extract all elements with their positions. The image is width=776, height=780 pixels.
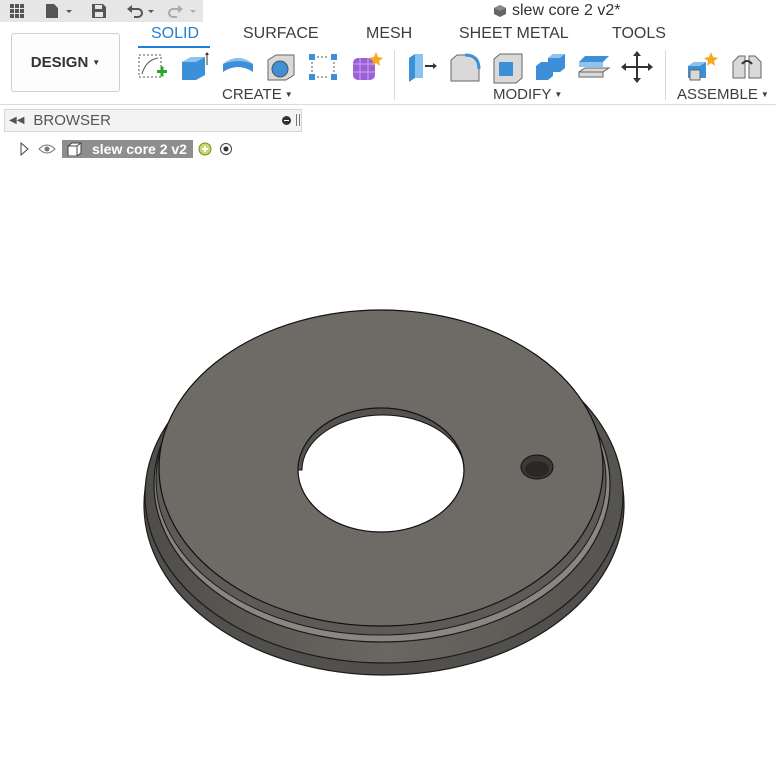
workspace-switcher-button[interactable]: DESIGN ▼ <box>11 33 120 92</box>
pin-icon[interactable] <box>296 114 300 126</box>
quick-access-toolbar <box>0 0 203 23</box>
workspace-label: DESIGN <box>30 54 89 71</box>
assemble-group-dropdown[interactable]: ASSEMBLE ▼ <box>677 86 769 103</box>
slew-core-disc-model[interactable] <box>143 309 625 676</box>
hole-icon[interactable] <box>264 50 298 84</box>
root-item-highlight[interactable]: slew core 2 v2 <box>62 140 193 158</box>
new-component-icon[interactable] <box>686 50 720 84</box>
assemble-group-label: ASSEMBLE <box>677 86 758 103</box>
save-icon[interactable] <box>91 3 107 19</box>
minimize-icon[interactable] <box>282 116 291 125</box>
group-divider <box>665 50 666 100</box>
root-item-label: slew core 2 v2 <box>92 141 187 157</box>
grid-icon[interactable] <box>9 3 25 19</box>
radio-button-icon[interactable] <box>219 142 233 156</box>
offset-face-icon[interactable] <box>577 50 611 84</box>
component-icon <box>494 5 506 17</box>
chevron-down-icon: ▼ <box>92 58 101 67</box>
canvas-viewport[interactable] <box>0 160 776 780</box>
tab-sheet-metal[interactable]: SHEET METAL <box>459 25 569 43</box>
shell-icon[interactable] <box>491 50 525 84</box>
activate-component-icon[interactable] <box>197 141 213 157</box>
pattern-icon[interactable] <box>306 50 340 84</box>
redo-icon[interactable] <box>168 3 198 19</box>
document-title: slew core 2 v2* <box>493 1 621 21</box>
collapse-panel-icon[interactable]: ◀◀ <box>9 115 24 126</box>
document-title-text: slew core 2 v2* <box>512 2 621 19</box>
fillet-icon[interactable] <box>448 50 482 84</box>
extrude-icon[interactable] <box>177 50 211 84</box>
move-icon[interactable] <box>620 50 654 84</box>
joint-icon[interactable] <box>730 50 764 84</box>
undo-icon[interactable] <box>126 3 156 19</box>
document-icon <box>67 142 82 156</box>
press-pull-icon[interactable] <box>405 50 439 84</box>
chevron-down-icon: ▼ <box>554 90 563 99</box>
visibility-eye-icon[interactable] <box>38 143 56 155</box>
browser-root-item[interactable]: slew core 2 v2 <box>18 139 233 159</box>
pin-hole-floor <box>525 461 549 477</box>
create-form-icon[interactable] <box>350 50 384 84</box>
group-divider <box>394 50 395 100</box>
create-sketch-icon[interactable] <box>136 50 170 84</box>
chevron-down-icon: ▼ <box>284 90 293 99</box>
active-tab-indicator <box>138 46 210 48</box>
tab-mesh[interactable]: MESH <box>366 25 412 43</box>
create-group-label: CREATE <box>222 86 282 103</box>
combine-icon[interactable] <box>534 50 568 84</box>
modify-group-label: MODIFY <box>493 86 552 103</box>
revolve-icon[interactable] <box>221 50 255 84</box>
file-icon[interactable] <box>44 3 74 19</box>
tab-tools[interactable]: TOOLS <box>612 25 666 43</box>
expand-arrow-icon[interactable] <box>18 142 30 156</box>
toolbar-ribbon: DESIGN ▼ SOLID SURFACE MESH SHEET METAL … <box>0 22 776 105</box>
create-group-dropdown[interactable]: CREATE ▼ <box>222 86 293 103</box>
chevron-down-icon: ▼ <box>760 90 769 99</box>
browser-panel-header: ◀◀ BROWSER <box>4 109 302 132</box>
browser-title: BROWSER <box>33 112 111 129</box>
tab-surface[interactable]: SURFACE <box>243 25 319 43</box>
modify-group-dropdown[interactable]: MODIFY ▼ <box>493 86 562 103</box>
tab-solid[interactable]: SOLID <box>151 25 199 43</box>
